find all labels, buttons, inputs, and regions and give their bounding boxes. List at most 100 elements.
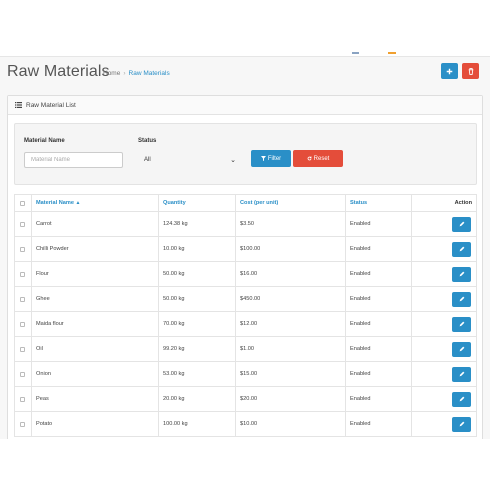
pencil-icon	[459, 296, 464, 302]
edit-button[interactable]	[452, 291, 471, 307]
row-select-cell	[14, 286, 32, 312]
col-header-quantity[interactable]: Quantity	[158, 194, 236, 212]
row-checkbox[interactable]	[20, 321, 25, 327]
cell-action	[411, 261, 477, 287]
refresh-icon	[307, 156, 312, 161]
table-row: Chilli Powder 10.00 kg $100.00 Enabled	[14, 236, 477, 262]
breadcrumb: Home › Raw Materials	[103, 70, 170, 77]
cell-action	[411, 211, 477, 237]
row-select-cell	[14, 311, 32, 337]
list-icon	[15, 102, 22, 108]
cell-status: Enabled	[345, 311, 412, 337]
cell-cost: $1.00	[235, 336, 346, 362]
row-select-cell	[14, 361, 32, 387]
row-checkbox[interactable]	[20, 346, 25, 352]
row-checkbox[interactable]	[20, 221, 25, 227]
cell-action	[411, 361, 477, 387]
cell-cost: $20.00	[235, 386, 346, 412]
edit-button[interactable]	[452, 341, 471, 357]
edit-button[interactable]	[452, 416, 471, 432]
cell-cost: $100.00	[235, 236, 346, 262]
cell-action	[411, 311, 477, 337]
pencil-icon	[459, 346, 464, 352]
table-row: Potato 100.00 kg $10.00 Enabled	[14, 411, 477, 437]
cell-quantity: 100.00 kg	[158, 411, 236, 437]
breadcrumb-current[interactable]: Raw Materials	[129, 70, 170, 77]
edit-button[interactable]	[452, 391, 471, 407]
status-select-value: All	[144, 157, 151, 163]
status-select[interactable]: All ⌄	[138, 152, 238, 168]
edit-button[interactable]	[452, 266, 471, 282]
table-row: Maida flour 70.00 kg $12.00 Enabled	[14, 311, 477, 337]
edit-button[interactable]	[452, 241, 471, 257]
cell-status: Enabled	[345, 336, 412, 362]
cell-quantity: 50.00 kg	[158, 286, 236, 312]
cell-name: Oil	[31, 336, 159, 362]
panel-title: Raw Material List	[26, 101, 76, 109]
cell-status: Enabled	[345, 386, 412, 412]
table-row: Oil 99.20 kg $1.00 Enabled	[14, 336, 477, 362]
cell-quantity: 70.00 kg	[158, 311, 236, 337]
cell-quantity: 10.00 kg	[158, 236, 236, 262]
trash-icon	[468, 67, 473, 75]
raw-materials-table: Material Name ▲ Quantity Cost (per unit)…	[14, 194, 477, 437]
row-select-cell	[14, 261, 32, 287]
row-checkbox[interactable]	[20, 421, 25, 427]
cell-name: Onion	[31, 361, 159, 387]
plus-icon	[446, 68, 453, 74]
row-checkbox[interactable]	[20, 246, 25, 252]
reset-button[interactable]: Reset	[293, 150, 343, 167]
row-checkbox[interactable]	[20, 296, 25, 302]
cell-cost: $15.00	[235, 361, 346, 387]
cell-status: Enabled	[345, 261, 412, 287]
table-header-row: Material Name ▲ Quantity Cost (per unit)…	[14, 194, 477, 212]
table-row: Onion 53.00 kg $15.00 Enabled	[14, 361, 477, 387]
cell-name: Carrot	[31, 211, 159, 237]
cell-name: Ghee	[31, 286, 159, 312]
col-header-cost[interactable]: Cost (per unit)	[235, 194, 346, 212]
filter-box: Material Name Status All ⌄ Filter Reset	[14, 123, 477, 185]
select-all-checkbox[interactable]	[20, 200, 25, 206]
pencil-icon	[459, 321, 464, 327]
cell-name: Peas	[31, 386, 159, 412]
breadcrumb-separator: ›	[123, 70, 126, 77]
page-title: Raw Materials	[7, 63, 110, 80]
cell-action	[411, 336, 477, 362]
cell-quantity: 53.00 kg	[158, 361, 236, 387]
edit-button[interactable]	[452, 216, 471, 232]
delete-button[interactable]	[462, 63, 479, 79]
row-checkbox[interactable]	[20, 396, 25, 402]
cell-name: Chilli Powder	[31, 236, 159, 262]
cell-status: Enabled	[345, 211, 412, 237]
sort-asc-icon: ▲	[75, 200, 81, 206]
filter-button[interactable]: Filter	[251, 150, 291, 167]
col-header-name-label: Material Name	[36, 200, 74, 206]
chevron-down-icon: ⌄	[230, 157, 236, 164]
cell-name: Potato	[31, 411, 159, 437]
col-header-name[interactable]: Material Name ▲	[31, 194, 159, 212]
col-header-status[interactable]: Status	[345, 194, 412, 212]
raw-material-list-panel: Raw Material List Material Name Status A…	[7, 95, 483, 439]
row-checkbox[interactable]	[20, 371, 25, 377]
breadcrumb-home[interactable]: Home	[103, 70, 120, 77]
cell-action	[411, 236, 477, 262]
row-select-cell	[14, 411, 32, 437]
cell-action	[411, 411, 477, 437]
status-label: Status	[138, 138, 157, 144]
add-button[interactable]	[441, 63, 458, 79]
cell-action	[411, 286, 477, 312]
cell-cost: $12.00	[235, 311, 346, 337]
edit-button[interactable]	[452, 316, 471, 332]
pencil-icon	[459, 396, 464, 402]
pencil-icon	[459, 421, 464, 427]
cell-cost: $16.00	[235, 261, 346, 287]
cell-cost: $10.00	[235, 411, 346, 437]
cell-quantity: 99.20 kg	[158, 336, 236, 362]
row-checkbox[interactable]	[20, 271, 25, 277]
material-name-input[interactable]	[24, 152, 123, 168]
cell-quantity: 124.38 kg	[158, 211, 236, 237]
edit-button[interactable]	[452, 366, 471, 382]
table-row: Carrot 124.38 kg $3.50 Enabled	[14, 211, 477, 237]
cell-name: Maida flour	[31, 311, 159, 337]
material-name-label: Material Name	[24, 138, 65, 144]
